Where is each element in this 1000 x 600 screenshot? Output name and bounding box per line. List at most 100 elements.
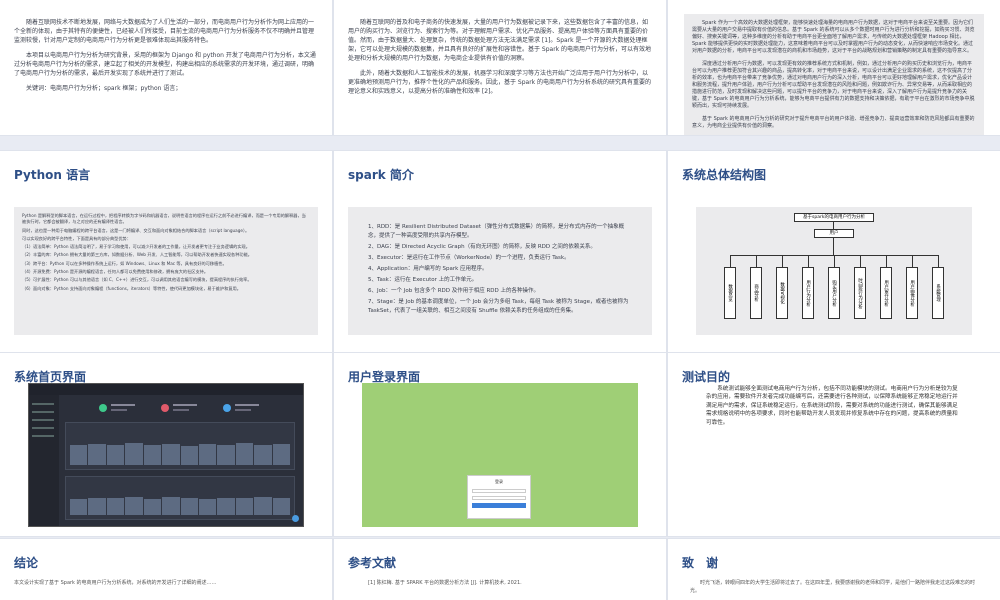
module-node: 用户画像分析 [906, 267, 918, 319]
sidebar-line [32, 411, 54, 413]
spark-item: 2、DAG：是 Directed Acyclic Graph（有向无环图）的简称… [368, 244, 596, 250]
sidebar-line [32, 419, 54, 421]
bar [235, 443, 254, 465]
spark-list: 1、RDD：是 Resilient Distributed Dataset（弹性… [348, 207, 652, 335]
module-node: 购买用户分析 [828, 267, 840, 319]
connector [808, 255, 809, 267]
kpi-label [235, 404, 259, 406]
bar [143, 498, 162, 515]
password-field[interactable] [472, 496, 526, 500]
bar-chart [70, 431, 291, 465]
bar [125, 442, 143, 465]
dashboard-header [29, 384, 303, 395]
kpi-value [173, 409, 189, 411]
chat-icon[interactable] [292, 515, 299, 522]
connector [782, 255, 783, 267]
slide-title: 结论 [14, 556, 39, 570]
background-para: 随着互联网的普及和电子商务的快速发展，大量的用户行为数据被记录下来，这些数据包含… [348, 19, 652, 62]
spark-item: 3、Executor：是运行在工作节点（WorkerNode）的一个进程，负责运… [368, 255, 570, 261]
slide-acknowledgement[interactable]: 致 谢 时光飞逝，转眼间四年的大学生活即将过去了。在这四年里，我要感谢我的老师和… [668, 539, 1000, 600]
slide-homepage[interactable]: 系统首页界面 [0, 353, 332, 536]
spark-item: 5、Task：运行在 Executor 上的工作单元。 [368, 277, 478, 283]
abstract-para: 本项目以电商用户行为分析为研究背景，采用的框架为 Django 和 python… [14, 52, 316, 77]
login-button[interactable] [472, 503, 526, 508]
bar [198, 444, 217, 465]
spark-item: 7、Stage：是 Job 的基本调度单位，一个 Job 会分为多组 Task，… [368, 299, 629, 314]
abstract-text: 随着互联网技术不断地发展，网络与大数据成为了人们生活的一部分，而电商用户行为分析… [14, 18, 318, 99]
bar [254, 444, 272, 465]
slide-spark[interactable]: spark 简介 1、RDD：是 Resilient Distributed D… [334, 151, 666, 353]
slide-abstract[interactable]: 随着互联网技术不断地发展，网络与大数据成为了人们生活的一部分，而电商用户行为分析… [0, 0, 332, 135]
bar [272, 497, 291, 515]
connector [860, 255, 861, 267]
dashboard-sidebar [29, 395, 59, 526]
bar [254, 497, 272, 515]
spark-item: 6、Job：一个 Job 包含多个 RDD 及作用于相应 RDD 上的各种操作。 [368, 288, 540, 294]
python-para: （1）语法简单：Python 语法简洁明了，易于学习和使用，可以减少开发者的工作… [22, 244, 250, 250]
homepage-screenshot [28, 383, 304, 527]
slide-test-purpose[interactable]: 测试目的 系统测试能够全面测试电商用户行为分析，包括不同功能模块的测试。电商用户… [668, 353, 1000, 536]
slide-python[interactable]: Python 语言 Python 是解释型的脚本语言，在运行过程中，把程序转换为… [0, 151, 332, 353]
kpi-icon [161, 404, 169, 412]
bar [162, 497, 180, 515]
bar-chart [70, 485, 291, 515]
background-para: 此外，随着大数据和人工智能技术的发展，机器学习和深度学习等方法也开始广泛应用于用… [348, 70, 652, 95]
python-para: （5）可扩展性：Python 可以与其他语言（如 C、C++）进行交互，可以调用… [22, 277, 252, 283]
slide-grid: 随着互联网技术不断地发展，网络与大数据成为了人们生活的一部分，而电商用户行为分析… [0, 0, 1000, 600]
slide-login[interactable]: 用户登录界面 登录 [334, 353, 666, 536]
user-node: 用户 [814, 229, 854, 238]
root-node: 基于spark的电商用户行为分析 [794, 213, 874, 222]
slide-background[interactable]: 随着互联网的普及和电子商务的快速发展，大量的用户行为数据被记录下来，这些数据包含… [334, 0, 666, 135]
username-field[interactable] [472, 489, 526, 493]
connector [730, 255, 731, 267]
slide-title: spark 简介 [348, 168, 414, 182]
chart-panel [65, 422, 295, 470]
sidebar-line [32, 403, 54, 405]
architecture-diagram: 基于spark的电商用户行为分析 用户 数据总览 商品分析 数据可视化 用户行为… [696, 207, 972, 335]
bar [235, 498, 254, 515]
bar [162, 443, 180, 465]
python-para: 同时，这也是一种用于电脑编程的跨平台语言，这是一门将编译、交互和面向对象相结合的… [22, 227, 250, 233]
module-node: 系统管理 [932, 267, 944, 319]
module-node: 数据总览 [724, 267, 736, 319]
bar [217, 444, 235, 465]
kpi-icon [223, 404, 231, 412]
bar [143, 444, 162, 465]
kpi-label [111, 404, 135, 406]
bar [88, 497, 106, 515]
python-para: Python 是解释型的脚本语言，在运行过程中，把程序转换为字节码和机器语言，说… [22, 213, 306, 225]
test-purpose-text: 系统测试能够全面测试电商用户行为分析，包括不同功能模块的测试。电商用户行为分析是… [706, 386, 958, 426]
bar [106, 445, 125, 465]
python-para: （2）丰富的库：Python 拥有大量的第三方库，如数据分析、Web 开发、人工… [22, 252, 252, 258]
bar [217, 497, 235, 515]
background-text: 随着互联网的普及和电子商务的快速发展，大量的用户行为数据被记录下来，这些数据包含… [348, 18, 652, 102]
sidebar-line [32, 427, 54, 429]
bar [272, 443, 291, 465]
slide-title: Python 语言 [14, 168, 91, 182]
slide-title: 参考文献 [348, 556, 397, 570]
login-box: 登录 [467, 475, 531, 519]
significance-para: Spark 作为一个高效的大数据处理框架，能够快速处理海量的电商用户行为数据，这… [692, 20, 975, 54]
connector [756, 255, 757, 267]
connector [833, 222, 834, 229]
login-screenshot: 登录 [362, 383, 638, 527]
connector [834, 255, 835, 267]
spark-item: 4、Application：用户编写的 Spark 应用程序。 [368, 266, 488, 272]
module-node: 时间段行为分析 [854, 267, 866, 319]
bar [70, 444, 88, 465]
python-para: （6）面向对象：Python 支持面向对象编程（functions，iterat… [22, 285, 241, 291]
kpi-icon [99, 404, 107, 412]
chart-panel [65, 476, 295, 520]
slide-architecture[interactable]: 系统总体结构图 基于spark的电商用户行为分析 用户 数据总览 商品分析 数据… [668, 151, 1000, 353]
slide-significance[interactable]: Spark 作为一个高效的大数据处理框架，能够快速处理海量的电商用户行为数据，这… [668, 0, 1000, 135]
python-para: （4）开源免费：Python 是开源的编程语言，任何人都可以免费使用和修改，拥有… [22, 269, 209, 275]
python-para: （3）跨平台：Python 可以在多种操作系统上运行，如 Windows、Lin… [22, 260, 227, 266]
references-text: [1] 陈红梅. 基于 SPARK 平台的数据分析方法 [J]. 计算机技术, … [368, 580, 522, 586]
module-node: 商品分析 [750, 267, 762, 319]
slide-references[interactable]: 参考文献 [1] 陈红梅. 基于 SPARK 平台的数据分析方法 [J]. 计算… [334, 539, 666, 600]
slide-conclusion[interactable]: 结论 本文设计实现了基于 Spark 的电商用户行为分析系统，对系统的开发进行了… [0, 539, 332, 600]
slide-title: 系统总体结构图 [682, 168, 767, 182]
kpi-value [111, 409, 127, 411]
connector [833, 238, 834, 255]
module-node: 用户行为分析 [802, 267, 814, 319]
